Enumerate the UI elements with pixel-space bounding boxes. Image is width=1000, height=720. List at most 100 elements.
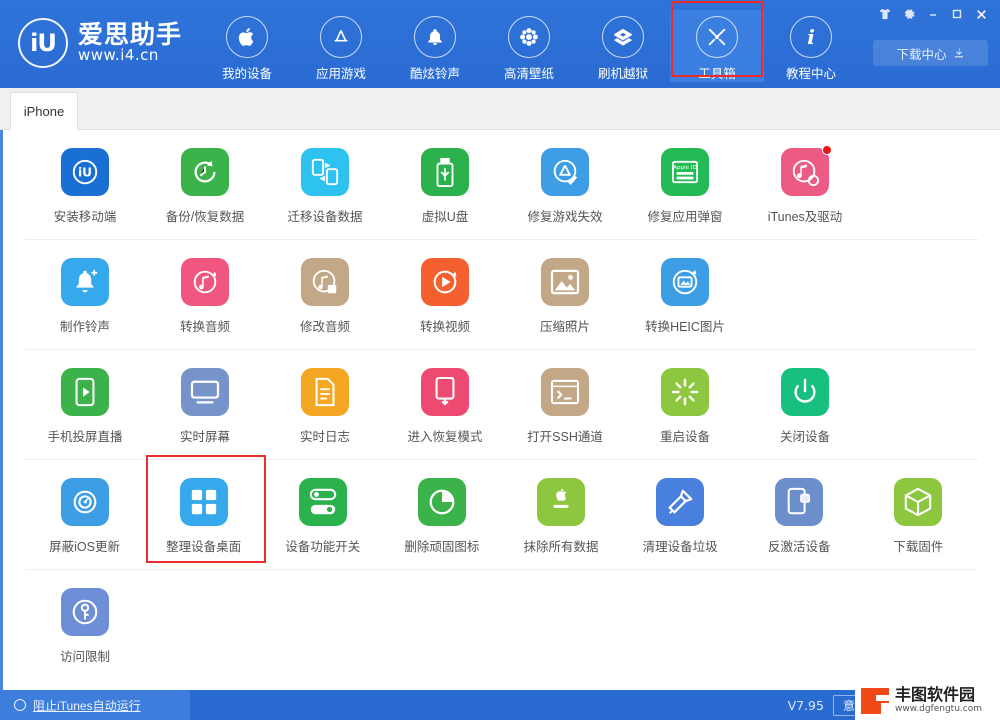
minimize-icon[interactable] (922, 4, 944, 24)
nav-item-ringtones[interactable]: 酷炫铃声 (388, 10, 482, 82)
block-update-icon (60, 478, 109, 526)
itunes-icon (781, 145, 832, 196)
arrange-desktop-icon (179, 478, 228, 526)
brand-url: www.i4.cn (78, 46, 159, 65)
tab-iphone[interactable]: iPhone (10, 92, 78, 130)
tool-item-label: 删除顽固图标 (404, 540, 480, 554)
bell-icon (414, 16, 456, 58)
tool-item-label: 备份/恢复数据 (165, 210, 245, 224)
nav-item-flash-jailbreak[interactable]: 刷机越狱 (576, 10, 670, 82)
tool-item-label: 修改音频 (299, 320, 350, 334)
toggles-icon (298, 478, 347, 526)
audio-edit-icon (301, 258, 349, 306)
power-off-icon (781, 368, 829, 416)
tool-item-label: iTunes及驱动 (767, 210, 843, 224)
restrictions-key-icon (61, 588, 109, 636)
tool-item[interactable]: 手机投屏直播 (25, 350, 145, 459)
tool-item-label: 实时屏幕 (179, 430, 230, 444)
watermark-name: 丰图软件园 (895, 686, 976, 704)
brand-title: 爱思助手 (78, 21, 183, 49)
app-header: iU 爱思助手 www.i4.cn 我的设备 应用游戏 酷炫铃声 高清壁纸 刷机… (0, 0, 1000, 88)
download-center-label: 下载中心 (896, 47, 947, 62)
tool-item[interactable]: 访问限制 (25, 570, 145, 680)
toolbox-row: 手机投屏直播 实时屏幕 实时日志 进入恢复模式 打开SSH通道 重启设备 关闭设备 (25, 350, 978, 460)
window-controls (874, 4, 992, 24)
toolbox-row: 访问限制 (25, 570, 978, 680)
appstore-fix-icon (541, 148, 589, 196)
block-itunes-toggle[interactable]: 阻止iTunes自动运行 (0, 690, 190, 720)
ringtone-bell-icon (61, 258, 109, 306)
gear-icon[interactable] (898, 4, 920, 24)
tool-item[interactable]: 压缩照片 (505, 240, 625, 349)
tool-item[interactable]: 虚拟U盘 (385, 130, 505, 239)
tool-item[interactable]: 删除顽固图标 (382, 460, 501, 569)
tool-item[interactable]: 打开SSH通道 (505, 350, 625, 459)
tool-item-label: 制作铃声 (59, 320, 110, 334)
screencast-icon (61, 368, 109, 416)
tool-item[interactable]: 修改音频 (265, 240, 385, 349)
device-tabbar: iPhone (0, 88, 1000, 130)
box-icon (602, 16, 644, 58)
monitor-icon (181, 368, 229, 416)
tool-item[interactable]: 修复游戏失效 (505, 130, 625, 239)
tool-item-label: 修复应用弹窗 (647, 210, 723, 224)
log-file-icon (301, 368, 349, 416)
radio-icon (14, 699, 26, 711)
close-icon[interactable] (970, 4, 992, 24)
tool-item[interactable]: 迁移设备数据 (265, 130, 385, 239)
firmware-box-icon (894, 478, 943, 526)
tool-item[interactable]: 关闭设备 (745, 350, 865, 459)
tool-item[interactable]: 备份/恢复数据 (145, 130, 265, 239)
tool-item[interactable]: iTunes及驱动 (745, 130, 865, 239)
tool-item-label: 转换HEIC图片 (645, 320, 725, 334)
tool-item[interactable]: 转换HEIC图片 (625, 240, 745, 349)
tool-item[interactable]: iU 安装移动端 (25, 130, 145, 239)
maximize-icon[interactable] (946, 4, 968, 24)
nav-item-tutorials[interactable]: i 教程中心 (764, 10, 858, 82)
tool-item[interactable]: Apple ID 修复应用弹窗 (625, 130, 745, 239)
apple-icon (226, 16, 268, 58)
skin-icon[interactable] (874, 4, 896, 24)
tool-item-label: 进入恢复模式 (407, 430, 483, 444)
tool-item[interactable]: 屏蔽iOS更新 (25, 460, 144, 569)
restore-clock-icon (181, 148, 229, 196)
tool-item[interactable]: 进入恢复模式 (385, 350, 505, 459)
tool-item[interactable]: 清理设备垃圾 (621, 460, 740, 569)
tool-item[interactable]: 设备功能开关 (263, 460, 382, 569)
photo-compress-icon (541, 258, 589, 306)
tool-item[interactable]: 实时屏幕 (145, 350, 265, 459)
block-itunes-label: 阻止iTunes自动运行 (33, 698, 141, 713)
tool-item[interactable]: 转换音频 (145, 240, 265, 349)
status-bar: 阻止iTunes自动运行 V7.95 意见反馈 微信公众号 丰图软件园 www.… (0, 682, 1000, 720)
nav-item-wallpapers[interactable]: 高清壁纸 (482, 10, 576, 82)
svg-text:iU: iU (78, 166, 92, 180)
watermark-url: www.dgfengtu.com (895, 703, 982, 714)
tool-item[interactable]: 抹除所有数据 (502, 460, 621, 569)
nav-item-toolbox[interactable]: 工具箱 (670, 1, 764, 82)
tool-item[interactable]: 反激活设备 (740, 460, 859, 569)
nav-item-apps-games[interactable]: 应用游戏 (294, 10, 388, 82)
tool-item[interactable]: 实时日志 (265, 350, 385, 459)
nav-item-my-device[interactable]: 我的设备 (200, 10, 294, 82)
tool-item-label: 迁移设备数据 (287, 210, 363, 224)
usb-drive-icon (421, 148, 469, 196)
tools-icon (696, 16, 738, 58)
tool-item[interactable]: 转换视频 (385, 240, 505, 349)
appleid-icon: Apple ID (661, 148, 709, 196)
notification-badge (822, 145, 832, 155)
device-transfer-icon (301, 148, 349, 196)
erase-data-icon (537, 478, 586, 526)
tool-item[interactable]: 重启设备 (625, 350, 745, 459)
watermark: 丰图软件园 www.dgfengtu.com (855, 682, 1000, 720)
tool-item-label: 安装移动端 (53, 210, 117, 224)
flower-icon (508, 16, 550, 58)
tool-item-label: 打开SSH通道 (527, 430, 603, 444)
tool-item-label: 抹除所有数据 (523, 540, 599, 554)
nav-label: 高清壁纸 (503, 67, 554, 81)
tool-item[interactable]: 制作铃声 (25, 240, 145, 349)
tool-item[interactable]: 下载固件 (859, 460, 978, 569)
tool-item[interactable]: 整理设备桌面 (144, 455, 267, 569)
download-center-button[interactable]: 下载中心 (873, 40, 988, 66)
tool-item-label: 手机投屏直播 (47, 430, 123, 444)
info-icon: i (790, 16, 832, 58)
